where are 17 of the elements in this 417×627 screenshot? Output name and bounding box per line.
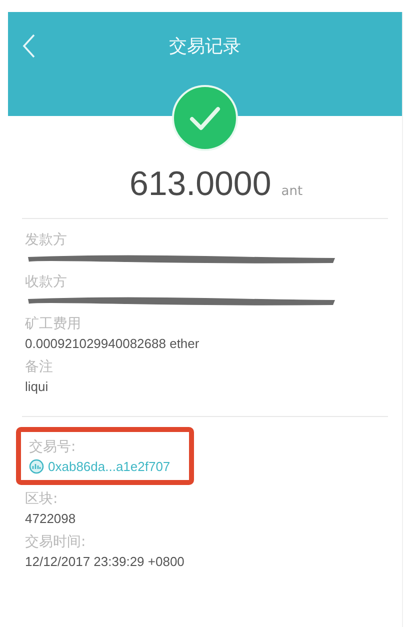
- field-value: 4722098: [25, 511, 77, 526]
- field-value: 0.000921029940082688 ether: [25, 336, 200, 351]
- field-label: 区块:: [25, 490, 59, 508]
- field-label: 备注: [25, 358, 54, 376]
- field-label: 发款方: [25, 231, 68, 249]
- field-label: 矿工费用: [25, 315, 82, 333]
- field-value: 12/12/2017 23:39:29 +0800: [25, 554, 186, 569]
- page-title: 交易记录: [169, 35, 241, 58]
- field-label: 交易号:: [29, 438, 77, 456]
- field-value: liqui: [25, 379, 50, 394]
- amount-value: 613.0000: [129, 165, 272, 204]
- back-icon[interactable]: [22, 33, 36, 59]
- field-label: 收款方: [25, 273, 68, 291]
- chart-logo-icon: [29, 459, 44, 474]
- amount-unit: ant: [281, 184, 303, 199]
- field-label: 交易时间:: [25, 533, 87, 551]
- transaction-hash-link[interactable]: 0xab86da...a1e2f707: [48, 459, 170, 474]
